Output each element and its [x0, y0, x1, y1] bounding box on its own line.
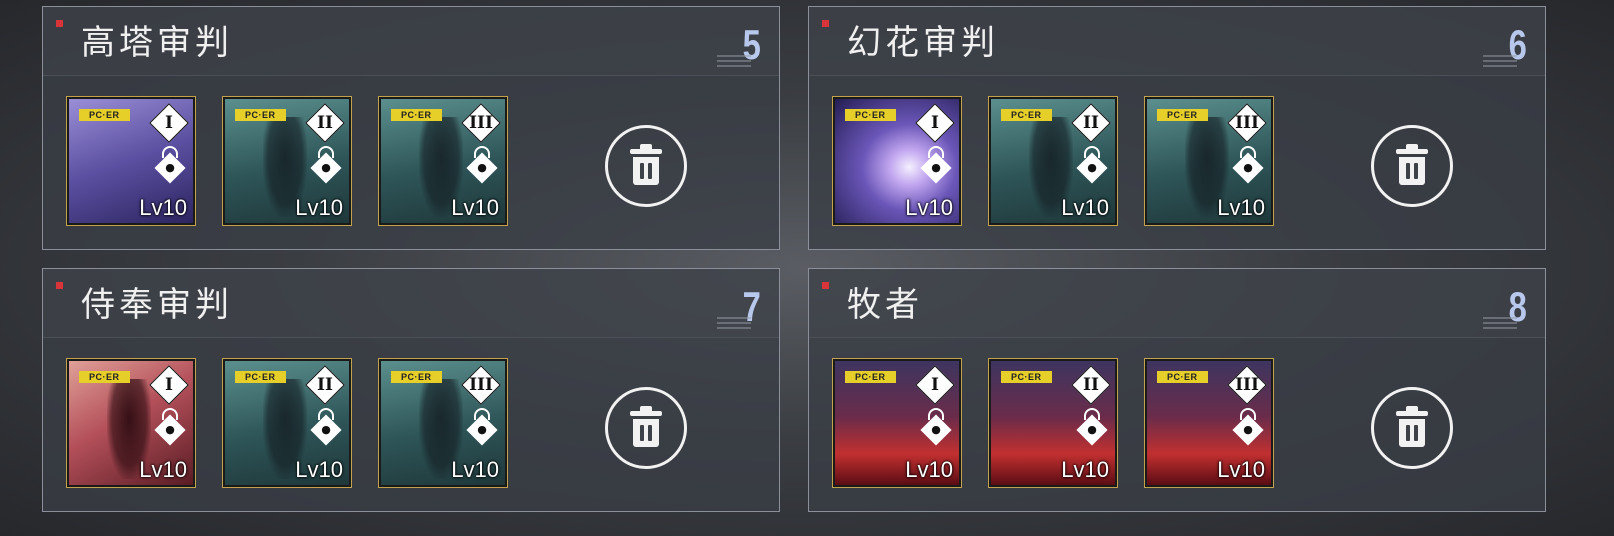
red-marker-icon: [56, 20, 63, 27]
red-marker-icon: [56, 282, 63, 289]
card-slot-3[interactable]: PC·ER III ● Lv10: [379, 359, 507, 487]
card-tag: PC·ER: [391, 371, 442, 383]
delete-button[interactable]: [605, 125, 687, 207]
panel-title: 高塔审判: [81, 23, 233, 63]
panel-title: 牧者: [847, 285, 923, 325]
loadout-panel: 侍奉审判 7 PC·ER I ● Lv10 PC·ER II ● Lv10 PC…: [42, 268, 780, 512]
card-slot-3[interactable]: PC·ER III ● Lv10: [379, 97, 507, 225]
card-tag: PC·ER: [79, 371, 130, 383]
delete-button[interactable]: [1371, 125, 1453, 207]
card-slot-1[interactable]: PC·ER I ● Lv10: [833, 97, 961, 225]
card-slot-2[interactable]: PC·ER II ● Lv10: [989, 97, 1117, 225]
panel-title: 幻花审判: [847, 23, 999, 63]
decorative-lines: [717, 55, 751, 67]
red-marker-icon: [822, 282, 829, 289]
lock-icon[interactable]: ●: [466, 152, 498, 184]
lock-icon[interactable]: ●: [1232, 414, 1264, 446]
loadout-panel: 幻花审判 6 PC·ER I ● Lv10 PC·ER II ● Lv10 PC…: [808, 6, 1546, 250]
delete-button[interactable]: [605, 387, 687, 469]
panel-title: 侍奉审判: [81, 285, 233, 325]
card-level: Lv10: [295, 457, 343, 482]
card-level: Lv10: [1217, 195, 1265, 220]
lock-icon[interactable]: ●: [466, 414, 498, 446]
panel-header: 幻花审判 6: [809, 7, 1545, 76]
card-tag: PC·ER: [1001, 371, 1052, 383]
card-slot-2[interactable]: PC·ER II ● Lv10: [223, 359, 351, 487]
red-marker-icon: [822, 20, 829, 27]
card-level: Lv10: [905, 195, 953, 220]
card-level: Lv10: [139, 457, 187, 482]
lock-icon[interactable]: ●: [154, 414, 186, 446]
lock-icon[interactable]: ●: [920, 414, 952, 446]
card-slot-3[interactable]: PC·ER III ● Lv10: [1145, 359, 1273, 487]
lock-icon[interactable]: ●: [1076, 152, 1108, 184]
delete-button[interactable]: [1371, 387, 1453, 469]
loadout-panel: 高塔审判 5 PC·ER I ● Lv10 PC·ER II ● Lv10 PC…: [42, 6, 780, 250]
card-tag: PC·ER: [391, 109, 442, 121]
card-slot-1[interactable]: PC·ER I ● Lv10: [67, 97, 195, 225]
card-tag: PC·ER: [845, 109, 896, 121]
card-tag: PC·ER: [1001, 109, 1052, 121]
lock-icon[interactable]: ●: [310, 414, 342, 446]
lock-icon[interactable]: ●: [310, 152, 342, 184]
card-slot-1[interactable]: PC·ER I ● Lv10: [833, 359, 961, 487]
card-slot-1[interactable]: PC·ER I ● Lv10: [67, 359, 195, 487]
card-slot-2[interactable]: PC·ER II ● Lv10: [223, 97, 351, 225]
decorative-lines: [717, 317, 751, 329]
lock-icon[interactable]: ●: [154, 152, 186, 184]
card-tag: PC·ER: [235, 109, 286, 121]
lock-icon[interactable]: ●: [920, 152, 952, 184]
card-tag: PC·ER: [845, 371, 896, 383]
card-tag: PC·ER: [1157, 371, 1208, 383]
card-tag: PC·ER: [235, 371, 286, 383]
card-level: Lv10: [295, 195, 343, 220]
panel-header: 高塔审判 5: [43, 7, 779, 76]
panel-header: 牧者 8: [809, 269, 1545, 338]
card-level: Lv10: [1217, 457, 1265, 482]
card-level: Lv10: [139, 195, 187, 220]
card-tag: PC·ER: [1157, 109, 1208, 121]
decorative-lines: [1483, 317, 1517, 329]
card-slot-3[interactable]: PC·ER III ● Lv10: [1145, 97, 1273, 225]
loadout-panel: 牧者 8 PC·ER I ● Lv10 PC·ER II ● Lv10 PC·E…: [808, 268, 1546, 512]
card-level: Lv10: [451, 195, 499, 220]
panel-header: 侍奉审判 7: [43, 269, 779, 338]
card-tag: PC·ER: [79, 109, 130, 121]
card-level: Lv10: [1061, 195, 1109, 220]
card-level: Lv10: [451, 457, 499, 482]
card-level: Lv10: [1061, 457, 1109, 482]
card-slot-2[interactable]: PC·ER II ● Lv10: [989, 359, 1117, 487]
card-level: Lv10: [905, 457, 953, 482]
lock-icon[interactable]: ●: [1232, 152, 1264, 184]
lock-icon[interactable]: ●: [1076, 414, 1108, 446]
decorative-lines: [1483, 55, 1517, 67]
